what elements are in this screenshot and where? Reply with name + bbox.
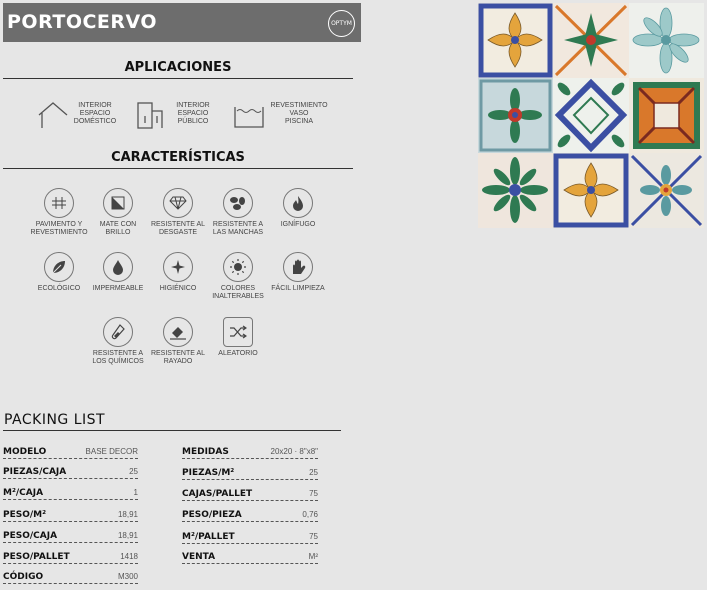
packing-row: MEDIDAS 20x20 · 8"x8" (182, 447, 318, 459)
product-title: PORTOCERVO (7, 11, 158, 33)
scratch-icon (163, 317, 193, 347)
tile-9 (629, 153, 704, 228)
feature-colorfast: COLORES INALTERABLES (206, 252, 270, 301)
app-label-domestic: INTERIOR ESPACIO DOMÉSTICO (73, 102, 117, 125)
pool-icon (234, 107, 264, 128)
feature-easy-clean: FÁCIL LIMPIEZA (266, 252, 330, 293)
aplicaciones-heading: APLICACIONES (3, 60, 353, 79)
matte-gloss-icon (103, 188, 133, 218)
feature-hygienic: HIGIÉNICO (146, 252, 210, 293)
packing-list-heading: PACKING LIST (4, 412, 106, 428)
grid-icon (44, 188, 74, 218)
packing-row: PESO/M² 18,91 (3, 510, 138, 522)
diamond-icon (163, 188, 193, 218)
caracteristicas-heading: CARACTERÍSTICAS (3, 150, 353, 169)
feature-ecological: ECOLÓGICO (27, 252, 91, 293)
feature-random: ALEATORIO (206, 317, 270, 358)
drop-icon (103, 252, 133, 282)
divider (3, 430, 341, 431)
packing-row: M²/CAJA 1 (3, 488, 138, 500)
tile-2 (553, 3, 629, 78)
feature-matte-gloss: MATE CON BRILLO (86, 188, 150, 237)
tile-3 (629, 3, 704, 78)
app-label-public: INTERIOR ESPACIO PÚBLICO (176, 102, 210, 125)
packing-row: PESO/CAJA 18,91 (3, 531, 138, 543)
tile-mosaic-image (478, 3, 704, 228)
feature-chemical-resistant: RESISTENTE A LOS QUÍMICOS (86, 317, 150, 366)
feature-stain-resistant: RESISTENTE A LAS MANCHAS (206, 188, 270, 237)
feature-wear-resistant: RESISTENTE AL DESGASTE (146, 188, 210, 237)
tile-8 (553, 153, 629, 228)
feature-fireproof: IGNÍFUGO (266, 188, 330, 229)
hand-icon (283, 252, 313, 282)
tile-5 (553, 78, 629, 153)
feature-scratch-resistant: RESISTENTE AL RAYADO (146, 317, 210, 366)
app-label-pool: REVESTIMIENTO VASO PISCINA (270, 102, 328, 125)
shuffle-icon (223, 317, 253, 347)
tile-7 (478, 153, 553, 228)
packing-row: M²/PALLET 75 (182, 532, 318, 544)
tile-1 (478, 3, 553, 78)
packing-row: MODELO BASE DECOR (3, 447, 138, 459)
packing-row: PIEZAS/M² 25 (182, 468, 318, 480)
sparkle-icon (163, 252, 193, 282)
feature-waterproof: IMPERMEABLE (86, 252, 150, 293)
flame-icon (283, 188, 313, 218)
brand-badge: OPTYM (328, 10, 355, 37)
packing-row: PIEZAS/CAJA 25 (3, 467, 138, 479)
flask-icon (103, 317, 133, 347)
stain-icon (223, 188, 253, 218)
packing-row: CAJAS/PALLET 75 (182, 489, 318, 501)
sun-icon (223, 252, 253, 282)
leaf-icon (44, 252, 74, 282)
title-bar: PORTOCERVO OPTYM (3, 3, 361, 42)
feature-paving: PAVIMENTO Y REVESTIMIENTO (27, 188, 91, 237)
packing-row: CÓDIGO M300 (3, 572, 138, 584)
packing-row: VENTA M² (182, 552, 318, 564)
tile-4 (478, 78, 553, 153)
tile-6 (629, 78, 704, 153)
packing-row: PESO/PALLET 1418 (3, 552, 138, 564)
packing-row: PESO/PIEZA 0,76 (182, 510, 318, 522)
